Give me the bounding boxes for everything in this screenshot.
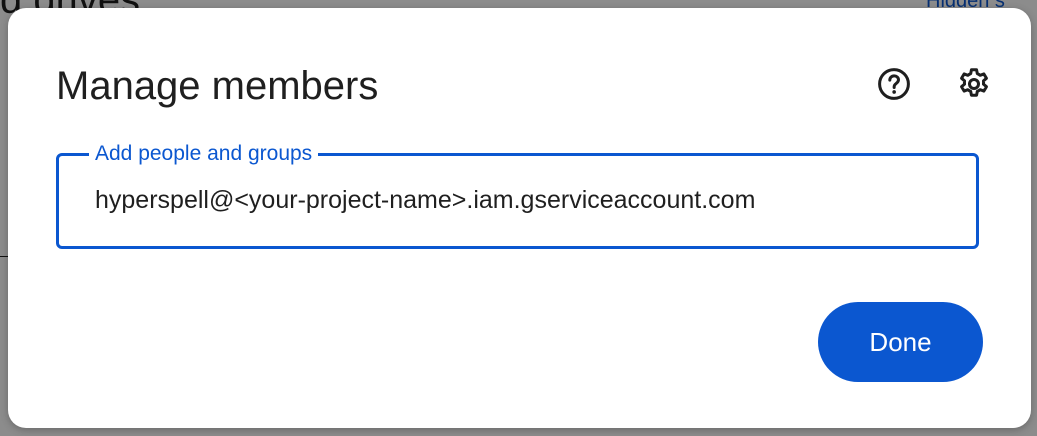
gear-icon (960, 68, 988, 97)
dialog-title: Manage members (56, 64, 379, 108)
add-people-field[interactable]: Add people and groups (56, 141, 979, 249)
help-button[interactable] (870, 60, 918, 108)
add-people-label: Add people and groups (89, 141, 319, 167)
help-circle-icon (878, 68, 910, 100)
settings-button[interactable] (950, 60, 998, 108)
manage-members-dialog: Manage members Add people and groups Don… (8, 8, 1031, 428)
done-button[interactable]: Done (818, 302, 983, 382)
add-people-input[interactable] (95, 184, 955, 216)
